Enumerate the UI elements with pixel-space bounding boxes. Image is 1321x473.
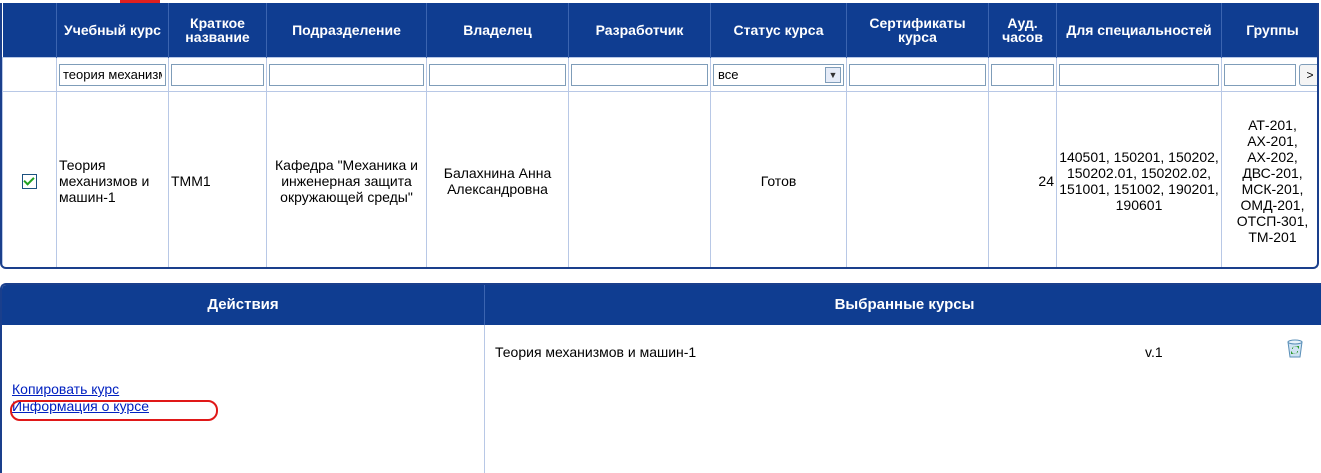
- status-filter-select[interactable]: все ▼: [713, 63, 844, 86]
- filter-row: все ▼ >: [2, 57, 1317, 92]
- header-certificates[interactable]: Сертификаты курса: [846, 3, 989, 58]
- actions-panel: Действия Выбранные курсы Копировать курс…: [0, 283, 1321, 473]
- hours-filter-input[interactable]: [991, 63, 1054, 86]
- header-checkbox-col: [2, 3, 57, 58]
- cell-status: Готов: [710, 91, 847, 267]
- chevron-down-icon[interactable]: ▼: [825, 66, 841, 83]
- header-owner[interactable]: Владелец: [426, 3, 569, 58]
- courses-table: Учебный курс Краткое название Подразделе…: [2, 3, 1317, 267]
- filter-empty-cell: [2, 57, 57, 92]
- developer-filter-input[interactable]: [571, 63, 708, 86]
- department-filter-input[interactable]: [269, 63, 424, 86]
- cell-certificates: [846, 91, 989, 267]
- header-short-name[interactable]: Краткое название: [168, 3, 267, 58]
- groups-filter-input[interactable]: [1224, 63, 1296, 86]
- recycle-bin-icon[interactable]: [1285, 338, 1305, 358]
- apply-filter-button[interactable]: >: [1299, 63, 1317, 86]
- cell-hours: 24: [988, 91, 1057, 267]
- certificates-filter-input[interactable]: [849, 63, 986, 86]
- header-department[interactable]: Подразделение: [266, 3, 427, 58]
- course-filter-input[interactable]: [59, 63, 166, 86]
- header-status[interactable]: Статус курса: [710, 3, 847, 58]
- header-groups[interactable]: Группы: [1221, 3, 1317, 58]
- panel-divider: [484, 325, 485, 473]
- header-course[interactable]: Учебный курс: [56, 3, 169, 58]
- row-checkbox[interactable]: [22, 174, 37, 190]
- cell-developer: [568, 91, 711, 267]
- actions-header: Действия: [2, 285, 484, 325]
- selected-course-name: Теория механизмов и машин-1: [495, 344, 697, 360]
- cell-department: Кафедра "Механика и инженерная защита ок…: [266, 91, 427, 267]
- short-name-filter-input[interactable]: [171, 63, 264, 86]
- specialties-filter-input[interactable]: [1059, 63, 1219, 86]
- owner-filter-input[interactable]: [429, 63, 566, 86]
- selected-courses-header: Выбранные курсы: [484, 285, 1321, 325]
- selected-course-version: v.1: [1145, 344, 1163, 360]
- header-specialties[interactable]: Для специальностей: [1056, 3, 1222, 58]
- cell-course: Теория механизмов и машин-1: [56, 91, 169, 267]
- cell-owner: Балахнина Анна Александровна: [426, 91, 569, 267]
- header-hours[interactable]: Ауд. часов: [988, 3, 1057, 58]
- copy-course-link[interactable]: Копировать курс: [12, 381, 149, 398]
- table-header-row: Учебный курс Краткое название Подразделе…: [2, 3, 1317, 58]
- table-row[interactable]: Теория механизмов и машин-1 ТММ1 Кафедра…: [2, 91, 1317, 267]
- courses-table-panel: Учебный курс Краткое название Подразделе…: [0, 3, 1319, 269]
- cell-specialties: 140501, 150201, 150202, 150202.01, 15020…: [1056, 91, 1222, 267]
- status-filter-value: все: [718, 66, 739, 82]
- highlight-annotation: [10, 400, 218, 421]
- header-developer[interactable]: Разработчик: [568, 3, 711, 58]
- cell-groups: АТ-201, АХ-201, АХ-202, ДВС-201, МСК-201…: [1221, 91, 1317, 267]
- cell-short-name: ТММ1: [168, 91, 267, 267]
